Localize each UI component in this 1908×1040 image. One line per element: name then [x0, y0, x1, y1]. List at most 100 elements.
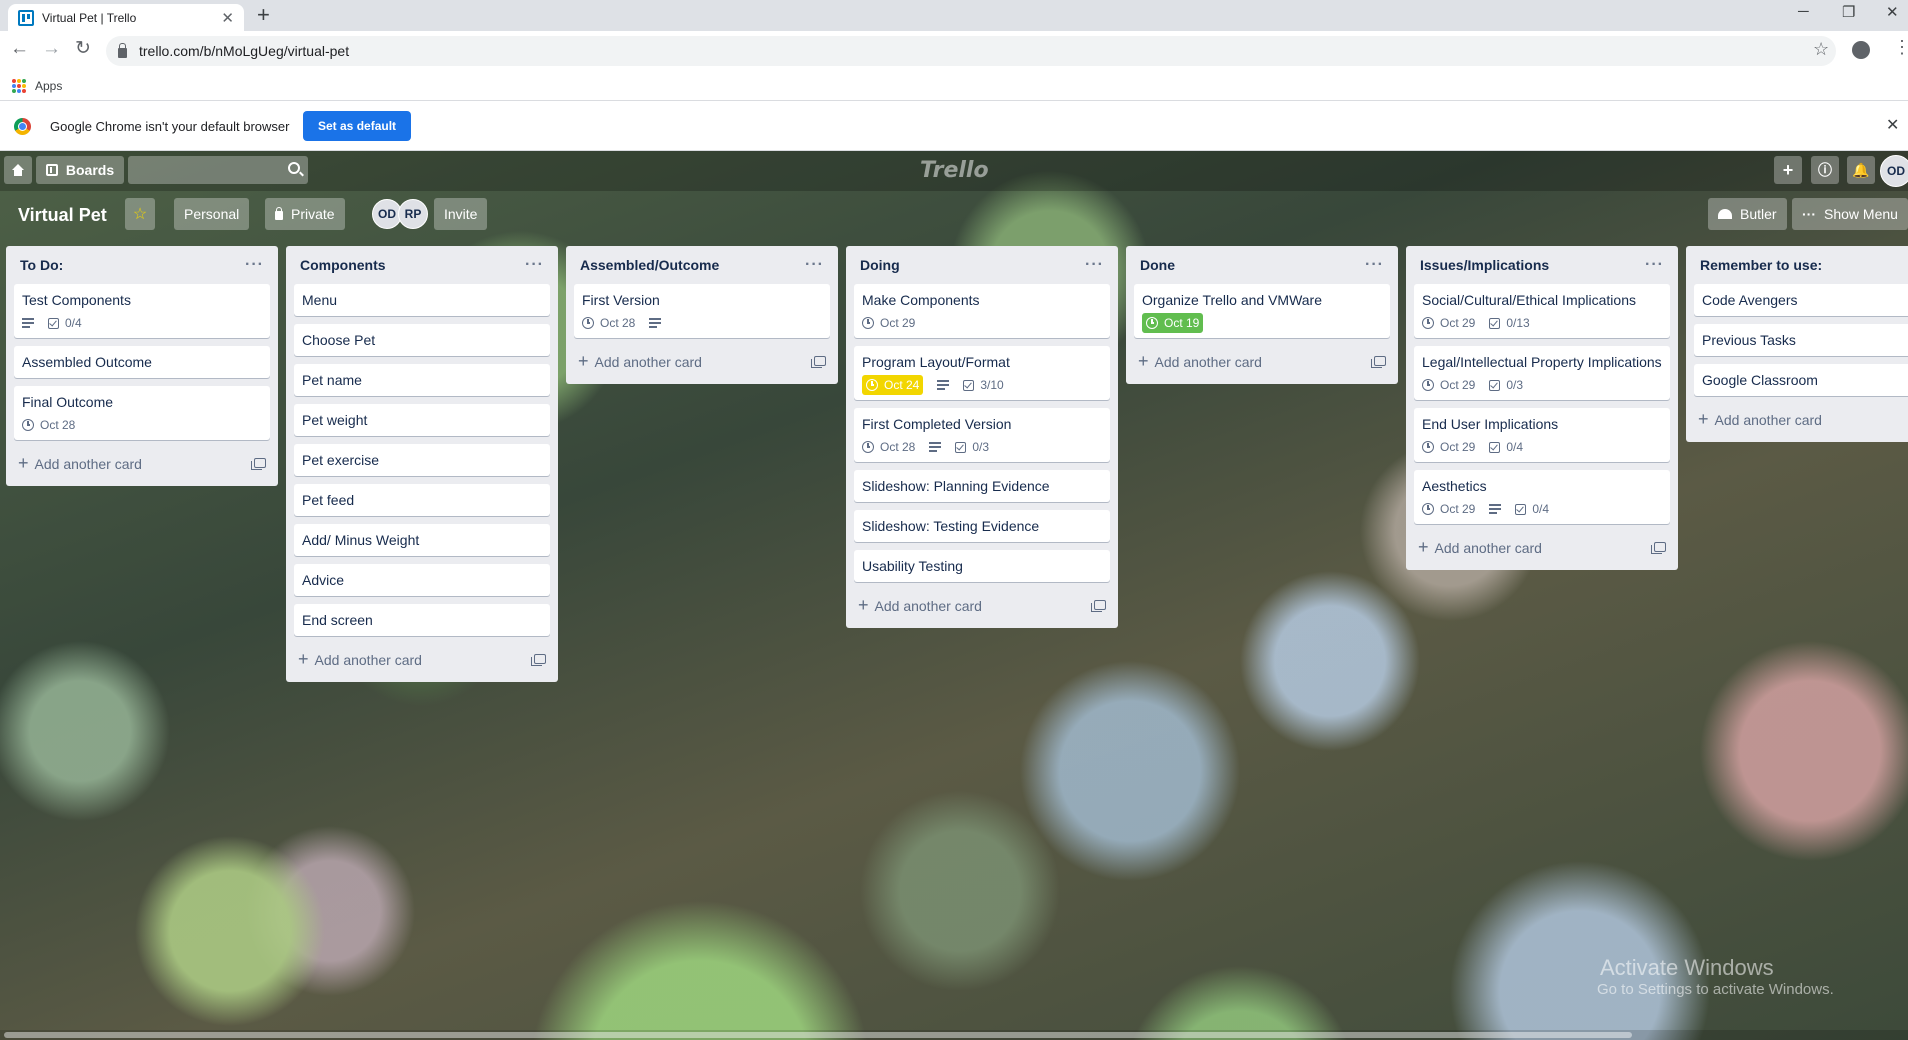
card-template-icon[interactable]	[1371, 356, 1386, 368]
card[interactable]: End screen	[294, 604, 550, 636]
list-menu-icon[interactable]: ···	[1645, 256, 1664, 274]
card[interactable]: Advice	[294, 564, 550, 596]
notifications-bell-icon[interactable]: 🔔	[1847, 156, 1875, 184]
card[interactable]: Code Avengers	[1694, 284, 1908, 316]
due-date-badge[interactable]: Oct 28	[582, 313, 635, 333]
card-template-icon[interactable]	[531, 654, 546, 666]
card[interactable]: Previous Tasks	[1694, 324, 1908, 356]
list-title[interactable]: Assembled/Outcome	[580, 257, 719, 273]
list-0[interactable]: To Do: ··· Test Components 0/4 Assembled Out…	[6, 246, 278, 486]
bookmark-star-icon[interactable]: ☆	[1813, 39, 1829, 60]
list-menu-icon[interactable]: ···	[525, 256, 544, 274]
add-card-button[interactable]: + Add another card	[14, 448, 270, 478]
list-5[interactable]: Issues/Implications ··· Social/Cultural/Et…	[1406, 246, 1678, 570]
member-avatar-rp[interactable]: RP	[398, 199, 428, 229]
team-button[interactable]: Personal	[174, 198, 250, 230]
reload-icon[interactable]: ↻	[75, 38, 91, 60]
list-title[interactable]: Remember to use:	[1700, 257, 1822, 273]
list-menu-icon[interactable]: ···	[1085, 256, 1104, 274]
infobar-close-icon[interactable]: ✕	[1886, 115, 1899, 135]
list-menu-icon[interactable]: ···	[245, 256, 264, 274]
add-card-button[interactable]: + Add another card	[1414, 532, 1670, 562]
card[interactable]: Social/Cultural/Ethical Implications Oct …	[1414, 284, 1670, 338]
butler-button[interactable]: Butler	[1708, 198, 1787, 230]
apps-grid-icon[interactable]	[12, 79, 26, 93]
card[interactable]: Pet weight	[294, 404, 550, 436]
due-date-badge[interactable]: Oct 29	[1422, 375, 1475, 395]
url-text[interactable]: trello.com/b/nMoLgUeg/virtual-pet	[139, 43, 349, 59]
card[interactable]: Menu	[294, 284, 550, 316]
card[interactable]: First Completed Version Oct 28 0/3	[854, 408, 1110, 462]
card-template-icon[interactable]	[1091, 600, 1106, 612]
star-board-button[interactable]: ☆	[125, 198, 155, 230]
tab-close-icon[interactable]: ✕	[221, 9, 234, 27]
forward-icon[interactable]: →	[42, 38, 61, 60]
set-default-button[interactable]: Set as default	[303, 111, 412, 141]
card[interactable]: Pet feed	[294, 484, 550, 516]
address-bar[interactable]: trello.com/b/nMoLgUeg/virtual-pet	[106, 36, 1836, 66]
add-card-button[interactable]: + Add another card	[1694, 404, 1908, 434]
create-button[interactable]: +	[1774, 156, 1802, 184]
home-button[interactable]	[4, 156, 32, 184]
scrollbar-thumb[interactable]	[4, 1032, 1632, 1038]
list-6[interactable]: Remember to use:··· Code Avengers Previous…	[1686, 246, 1908, 442]
card[interactable]: Final Outcome Oct 28	[14, 386, 270, 440]
due-date-badge[interactable]: Oct 19	[1142, 313, 1204, 333]
list-menu-icon[interactable]: ···	[1365, 256, 1384, 274]
add-card-button[interactable]: + Add another card	[294, 644, 550, 674]
card[interactable]: Assembled Outcome	[14, 346, 270, 378]
due-date-badge[interactable]: Oct 29	[1422, 437, 1475, 457]
card[interactable]: Make Components Oct 29	[854, 284, 1110, 338]
info-icon[interactable]: ⓘ	[1811, 156, 1839, 184]
invite-button[interactable]: Invite	[434, 198, 488, 230]
board-title[interactable]: Virtual Pet	[18, 205, 107, 226]
visibility-button[interactable]: Private	[265, 198, 345, 230]
list-title[interactable]: Done	[1140, 257, 1175, 273]
card[interactable]: First Version Oct 28	[574, 284, 830, 338]
list-title[interactable]: Components	[300, 257, 386, 273]
card[interactable]: Google Classroom	[1694, 364, 1908, 396]
card[interactable]: Pet name	[294, 364, 550, 396]
due-date-badge[interactable]: Oct 24	[862, 375, 924, 395]
card-template-icon[interactable]	[811, 356, 826, 368]
card[interactable]: Organize Trello and VMWare Oct 19	[1134, 284, 1390, 338]
profile-icon[interactable]	[1852, 41, 1870, 59]
search-icon[interactable]	[288, 162, 300, 174]
card[interactable]: Add/ Minus Weight	[294, 524, 550, 556]
card[interactable]: Legal/Intellectual Property Implications…	[1414, 346, 1670, 400]
due-date-badge[interactable]: Oct 28	[22, 415, 75, 435]
board-horizontal-scrollbar[interactable]	[0, 1030, 1908, 1040]
card[interactable]: Usability Testing	[854, 550, 1110, 582]
list-title[interactable]: Doing	[860, 257, 900, 273]
due-date-badge[interactable]: Oct 28	[862, 437, 915, 457]
new-tab-icon[interactable]: +	[257, 4, 270, 26]
list-title[interactable]: Issues/Implications	[1420, 257, 1549, 273]
apps-bookmark[interactable]: Apps	[35, 79, 62, 93]
show-menu-button[interactable]: ··· Show Menu	[1792, 198, 1908, 230]
list-1[interactable]: Components ··· Menu Choose Pet Pet name Pet w…	[286, 246, 558, 682]
list-4[interactable]: Done ··· Organize Trello and VMWare Oct 19 +…	[1126, 246, 1398, 384]
trello-logo[interactable]: Trello	[920, 158, 989, 183]
card[interactable]: Aesthetics Oct 29 0/4	[1414, 470, 1670, 524]
card[interactable]: End User Implications Oct 29 0/4	[1414, 408, 1670, 462]
card[interactable]: Program Layout/Format Oct 24 3/10	[854, 346, 1110, 400]
card[interactable]: Choose Pet	[294, 324, 550, 356]
back-icon[interactable]: ←	[10, 38, 29, 60]
list-title[interactable]: To Do:	[20, 257, 63, 273]
add-card-button[interactable]: + Add another card	[854, 590, 1110, 620]
add-card-button[interactable]: + Add another card	[1134, 346, 1390, 376]
user-avatar[interactable]: OD	[1880, 155, 1908, 187]
list-3[interactable]: Doing ··· Make Components Oct 29 Program Lay…	[846, 246, 1118, 628]
due-date-badge[interactable]: Oct 29	[1422, 499, 1475, 519]
lock-icon[interactable]	[118, 43, 127, 58]
card-template-icon[interactable]	[251, 458, 266, 470]
browser-tab[interactable]: Virtual Pet | Trello ✕	[8, 4, 244, 31]
list-menu-icon[interactable]: ···	[805, 256, 824, 274]
card[interactable]: Slideshow: Planning Evidence	[854, 470, 1110, 502]
boards-button[interactable]: Boards	[36, 156, 124, 184]
card-template-icon[interactable]	[1651, 542, 1666, 554]
minimize-icon[interactable]: ─	[1798, 3, 1809, 20]
due-date-badge[interactable]: Oct 29	[1422, 313, 1475, 333]
card[interactable]: Test Components 0/4	[14, 284, 270, 338]
card[interactable]: Slideshow: Testing Evidence	[854, 510, 1110, 542]
